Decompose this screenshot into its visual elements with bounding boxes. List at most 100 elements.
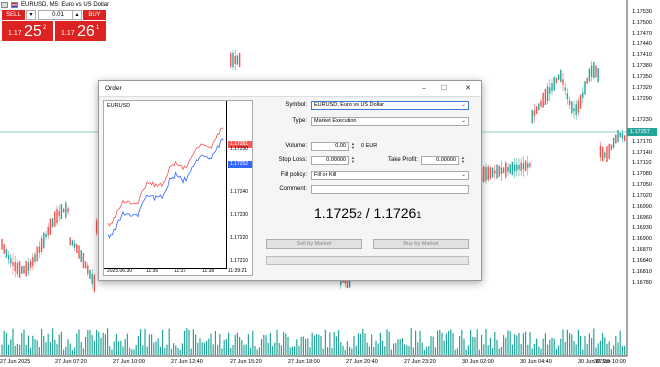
candle-body	[234, 55, 236, 65]
comment-input[interactable]	[311, 185, 469, 194]
sell-by-market-button[interactable]: Sell by Market	[266, 239, 362, 249]
volume-bar	[459, 336, 461, 355]
close-icon[interactable]: ✕	[461, 83, 475, 95]
tick-y-label: 1.17230	[230, 212, 249, 218]
type-select[interactable]: Market Execution ⌄	[311, 117, 469, 126]
volume-bar	[538, 346, 540, 355]
candle-body	[496, 164, 498, 179]
volume-bar	[382, 340, 384, 355]
volume-bar	[100, 337, 102, 355]
volume-bar	[470, 330, 472, 355]
candle-body	[593, 61, 595, 79]
stop-loss-input[interactable]: 0.00000	[311, 156, 349, 165]
sell-price-big: 25	[24, 23, 42, 40]
volume-decrease-button[interactable]: ▾	[26, 10, 36, 20]
volume-bar	[56, 344, 58, 355]
symbol-select[interactable]: EURUSD, Euro vs US Dollar ⌄	[311, 101, 469, 110]
volume-bar	[575, 344, 577, 355]
volume-bar	[368, 346, 370, 355]
candle-body	[14, 261, 16, 272]
volume-bar	[320, 335, 322, 355]
stop-loss-stepper[interactable]: ▲ ▼	[350, 156, 356, 165]
tick-x-label: 11:37	[174, 268, 187, 274]
candle-body	[67, 208, 69, 213]
take-profit-stepper[interactable]: ▲ ▼	[460, 156, 466, 165]
volume-bar	[373, 347, 375, 355]
chevron-down-icon: ⌄	[460, 172, 466, 178]
volume-bar	[525, 331, 527, 355]
volume-bar	[404, 344, 406, 355]
order-status-bar	[266, 256, 469, 265]
candle-body	[615, 134, 617, 144]
take-profit-label: Take Profit:	[387, 157, 418, 163]
volume-bar	[261, 339, 263, 355]
candle-body	[76, 244, 78, 253]
price-axis-label: 1.17140	[632, 149, 652, 156]
stop-loss-label: Stop Loss:	[278, 157, 307, 163]
candle-body	[78, 245, 80, 259]
candle-body	[535, 106, 538, 114]
volume-bar	[151, 334, 153, 355]
fill-policy-value: Fill or Kill	[314, 172, 337, 178]
volume-input[interactable]: 0.00	[311, 142, 349, 151]
candle-body	[509, 164, 511, 174]
volume-bar	[16, 343, 18, 355]
volume-bar	[69, 343, 71, 355]
volume-bar	[588, 333, 590, 355]
one-click-buy-price[interactable]: 1.17 26 1	[55, 21, 106, 41]
maximize-icon[interactable]: ☐	[437, 83, 451, 95]
time-axis-label: 30 Jun 02:00	[462, 359, 494, 365]
volume-bar	[331, 347, 333, 355]
one-click-sell-button[interactable]: SELL	[2, 10, 25, 20]
take-profit-input[interactable]: 0.00000	[421, 156, 459, 165]
volume-bar	[377, 343, 379, 355]
volume-bar	[30, 348, 32, 355]
volume-bar	[122, 346, 124, 355]
volume-bar	[296, 339, 298, 355]
volume-bar	[21, 332, 23, 355]
volume-bar	[417, 342, 419, 355]
volume-stepper[interactable]: ▲ ▼	[350, 142, 356, 151]
candle-body	[34, 254, 36, 262]
candle-body	[516, 164, 518, 171]
volume-bar	[192, 329, 194, 355]
volume-bar	[357, 333, 359, 355]
volume-bar	[118, 341, 120, 355]
volume-bar	[93, 340, 95, 355]
volume-bar	[621, 345, 623, 355]
candle-body	[584, 81, 586, 95]
tick-y-label: 1.17220	[230, 235, 249, 241]
fill-policy-select[interactable]: Fill or Kill ⌄	[311, 171, 469, 180]
one-click-sell-price[interactable]: 1.17 25 2	[2, 21, 53, 41]
chart-symbol-bar: EURUSD, M5: Euro vs US Dollar	[1, 1, 109, 9]
candle-body	[62, 208, 65, 213]
volume-bar	[333, 332, 335, 355]
volume-bar	[252, 330, 254, 355]
volume-bar	[366, 342, 368, 355]
volume-bar	[245, 344, 247, 355]
volume-bar	[555, 348, 557, 355]
volume-bar	[217, 345, 219, 355]
bid-line	[107, 138, 224, 239]
candle-body	[571, 101, 573, 114]
one-click-buy-button[interactable]: BUY	[83, 10, 106, 20]
volume-bar	[439, 329, 441, 355]
volume-bar	[450, 329, 452, 355]
volume-bar	[87, 330, 89, 355]
dialog-titlebar[interactable]: Order – ☐ ✕	[99, 81, 481, 97]
volume-bar	[379, 332, 381, 355]
price-axis-label: 1.17320	[632, 84, 652, 91]
volume-increase-button[interactable]: ▴	[72, 10, 82, 20]
chevron-down-icon: ⌄	[460, 102, 466, 108]
candle-body	[604, 152, 606, 158]
minimize-icon[interactable]: –	[417, 83, 431, 95]
candle-body	[483, 166, 485, 182]
volume-bar	[8, 344, 10, 355]
candle-body	[82, 252, 85, 269]
tick-x-label: 2025.06.30	[107, 268, 133, 274]
price-axis-label: 1.17410	[632, 52, 652, 59]
volume-bar	[386, 329, 388, 355]
volume-bar	[225, 339, 227, 355]
price-axis-label: 1.17110	[632, 160, 652, 167]
buy-by-market-button[interactable]: Buy by Market	[373, 239, 469, 249]
